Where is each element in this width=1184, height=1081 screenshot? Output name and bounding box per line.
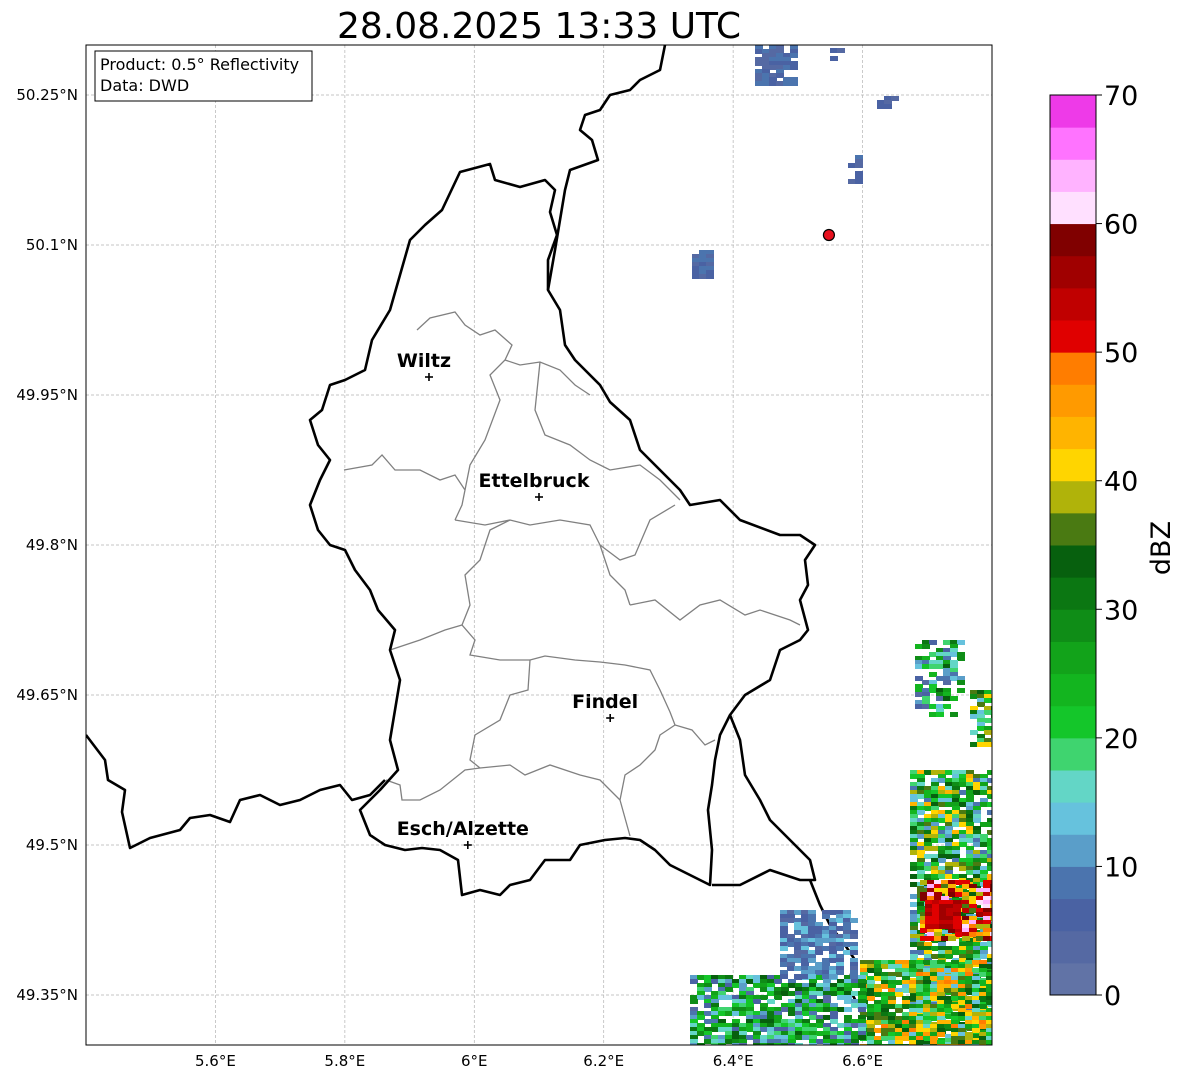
colorbar-tick-label: 20: [1104, 724, 1138, 755]
colorbar-tick-label: 60: [1104, 210, 1138, 241]
colorbar-swatch: [1050, 352, 1096, 385]
colorbar-swatch: [1050, 384, 1096, 417]
colorbar-tick-label: 0: [1104, 981, 1121, 1012]
colorbar-swatch: [1050, 705, 1096, 739]
colorbar-tick-label: 40: [1104, 467, 1138, 498]
colorbar-swatch: [1050, 673, 1096, 707]
lon-tick-label: 6.4°E: [713, 1052, 754, 1070]
colorbar: 0 10 20 30 40 50 60 70: [1049, 81, 1138, 1012]
colorbar-swatch: [1050, 737, 1096, 771]
colorbar-swatch: [1050, 834, 1096, 867]
radar-map-figure: 28.08.2025 13:33 UTC WiltzEttelbruckFind…: [16, 6, 1177, 1070]
colorbar-tick-label: 30: [1104, 595, 1138, 626]
colorbar-swatch: [1050, 898, 1096, 932]
colorbar-swatch: [1050, 223, 1096, 257]
lat-tick-label: 49.65°N: [16, 686, 78, 704]
product-info-box: Product: 0.5° Reflectivity Data: DWD: [94, 50, 313, 102]
colorbar-swatch: [1050, 416, 1096, 450]
colorbar-swatch: [1050, 512, 1096, 546]
colorbar-tick-label: 50: [1104, 338, 1138, 369]
colorbar-swatch: [1050, 545, 1096, 578]
city-label: Esch/Alzette: [397, 818, 529, 840]
map-title: 28.08.2025 13:33 UTC: [337, 6, 741, 47]
lon-tick-label: 6.6°E: [842, 1052, 883, 1070]
city-label: Ettelbruck: [479, 470, 590, 492]
lat-tick-label: 49.8°N: [26, 536, 78, 554]
colorbar-swatch: [1050, 191, 1096, 225]
city-label: Findel: [572, 691, 638, 713]
colorbar-swatch: [1050, 577, 1096, 610]
colorbar-swatch: [1050, 255, 1096, 289]
colorbar-swatch: [1050, 287, 1096, 321]
lat-tick-label: 49.35°N: [16, 986, 78, 1004]
colorbar-tick-label: 70: [1104, 81, 1138, 112]
colorbar-swatch: [1050, 480, 1096, 514]
lon-tick-label: 5.8°E: [324, 1052, 365, 1070]
lon-tick-label: 5.6°E: [195, 1052, 236, 1070]
colorbar-swatch: [1050, 127, 1096, 160]
colorbar-swatch: [1050, 95, 1096, 128]
colorbar-swatch: [1050, 448, 1096, 482]
latitude-tick-labels: 50.25°N 50.1°N 49.95°N 49.8°N 49.65°N 49.5°N 4…: [16, 86, 78, 1004]
colorbar-swatch: [1050, 802, 1096, 835]
colorbar-swatch: [1050, 962, 1096, 996]
lon-tick-label: 6.2°E: [583, 1052, 624, 1070]
colorbar-unit-label: dBZ: [1146, 521, 1177, 575]
lat-tick-label: 49.95°N: [16, 386, 78, 404]
colorbar-swatch: [1050, 930, 1096, 964]
city-label: Wiltz: [397, 350, 451, 372]
colorbar-swatch: [1050, 159, 1096, 192]
colorbar-swatch: [1050, 641, 1096, 675]
data-source-label: Data: DWD: [100, 76, 189, 95]
colorbar-swatch: [1050, 609, 1096, 642]
longitude-tick-labels: 5.6°E 5.8°E 6°E 6.2°E 6.4°E 6.6°E: [195, 1052, 883, 1070]
colorbar-swatch: [1050, 770, 1096, 803]
lon-tick-label: 6°E: [461, 1052, 488, 1070]
radar-site-marker: [822, 228, 836, 242]
lat-tick-label: 50.25°N: [16, 86, 78, 104]
lat-tick-label: 50.1°N: [26, 236, 78, 254]
colorbar-swatch: [1050, 866, 1096, 900]
lat-tick-label: 49.5°N: [26, 836, 78, 854]
colorbar-swatch: [1050, 320, 1096, 353]
product-label: Product: 0.5° Reflectivity: [100, 55, 299, 74]
colorbar-tick-label: 10: [1104, 852, 1138, 883]
